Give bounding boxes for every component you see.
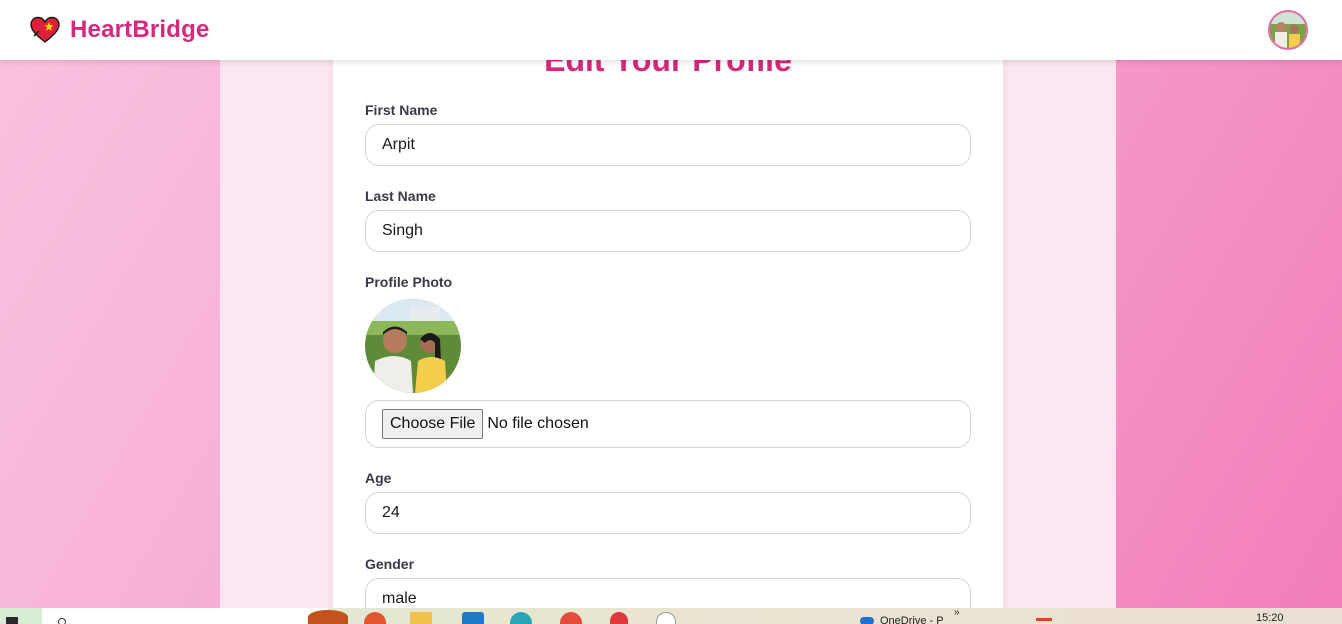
first-name-group: First Name Arpit xyxy=(365,102,971,166)
profile-photo-upload: Choose File No file chosen xyxy=(365,400,971,448)
gender-value: male xyxy=(382,590,417,607)
user-avatar[interactable] xyxy=(1268,10,1308,50)
first-name-input[interactable]: Arpit xyxy=(365,124,971,166)
profile-photo-label: Profile Photo xyxy=(365,274,453,290)
edit-profile-card: Edit Your Profile First Name Arpit Last … xyxy=(333,20,1003,624)
last-name-value: Singh xyxy=(382,222,423,239)
brand-name: HeartBridge xyxy=(70,16,210,43)
gender-label: Gender xyxy=(365,556,415,572)
brave-icon[interactable] xyxy=(364,612,386,624)
first-name-value: Arpit xyxy=(382,136,415,153)
profile-photo-preview xyxy=(365,299,461,393)
search-highlight-icon xyxy=(308,610,348,624)
age-value: 24 xyxy=(382,504,400,521)
age-label: Age xyxy=(365,470,392,486)
last-name-input[interactable]: Singh xyxy=(365,210,971,252)
brand[interactable]: HeartBridge xyxy=(30,15,210,45)
onedrive-icon xyxy=(860,617,874,624)
navbar: HeartBridge xyxy=(0,0,1342,60)
vscode-icon[interactable] xyxy=(462,612,484,624)
file-explorer-icon[interactable] xyxy=(410,612,432,624)
notification-icon[interactable] xyxy=(1036,618,1052,624)
onedrive-label[interactable]: OneDrive - P xyxy=(880,615,944,624)
app-icon[interactable] xyxy=(610,612,628,624)
taskbar: OneDrive - P » 15:20 xyxy=(0,608,1342,624)
taskbar-clock: 15:20 xyxy=(1256,612,1284,624)
taskbar-overflow[interactable]: » xyxy=(954,608,960,618)
edge-icon[interactable] xyxy=(510,612,532,624)
age-group: Age 24 xyxy=(365,470,971,534)
choose-file-button[interactable]: Choose File xyxy=(382,409,484,439)
profile-photo-group: Profile Photo xyxy=(365,274,971,393)
heart-logo-icon xyxy=(30,15,60,45)
taskbar-search[interactable] xyxy=(42,608,348,624)
last-name-group: Last Name Singh xyxy=(365,188,971,252)
search-icon xyxy=(58,618,66,624)
start-icon[interactable] xyxy=(6,617,18,624)
store-icon[interactable] xyxy=(656,612,676,624)
first-name-label: First Name xyxy=(365,102,438,118)
chrome-icon[interactable] xyxy=(560,612,582,624)
last-name-label: Last Name xyxy=(365,188,436,204)
file-status: No file chosen xyxy=(487,415,589,432)
age-input[interactable]: 24 xyxy=(365,492,971,534)
